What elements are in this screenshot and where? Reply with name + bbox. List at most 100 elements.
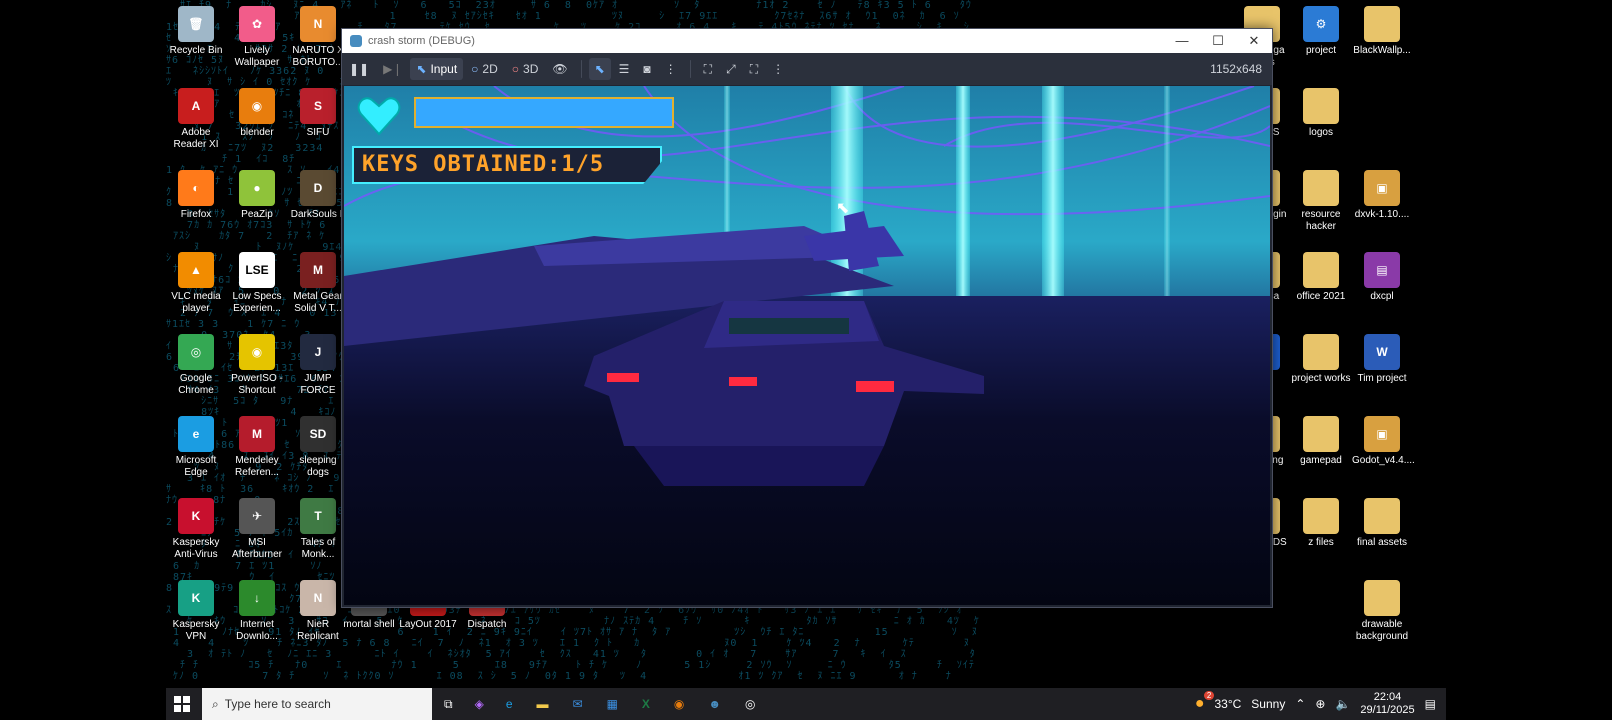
desktop-icon-label: final assets xyxy=(1352,537,1412,549)
store-icon[interactable]: ▦ xyxy=(607,697,618,711)
input-mode-button[interactable]: ⬉ Input xyxy=(410,58,463,80)
copilot-icon[interactable]: ◈ xyxy=(475,697,484,711)
game-viewport[interactable]: KEYS OBTAINED:1/5 ⬉ xyxy=(344,86,1270,605)
desktop-icon[interactable]: ● PeaZip xyxy=(227,170,287,221)
fullscreen-icon[interactable]: ⛶ xyxy=(744,58,764,80)
mail-icon[interactable]: ✉ xyxy=(573,697,583,711)
desktop-shortcut-icon xyxy=(1303,416,1339,452)
desktop-icon[interactable]: resource hacker xyxy=(1291,170,1351,233)
weather-sun-icon[interactable]: ● 2 xyxy=(1195,695,1205,713)
desktop-shortcut-icon: ● xyxy=(239,170,275,206)
desktop-icon[interactable]: S SIFU xyxy=(288,88,348,139)
desktop-icon[interactable]: BlackWallp... xyxy=(1352,6,1412,57)
more-options-icon[interactable]: ⋮ xyxy=(766,58,790,80)
desktop-icon-label: dxvk-1.10.... xyxy=(1352,209,1412,221)
visibility-eye-icon[interactable]: 👁 xyxy=(546,58,573,80)
desktop-icon[interactable]: 🗑 Recycle Bin xyxy=(166,6,226,57)
select-tool-icon[interactable]: ⬉ xyxy=(589,58,611,80)
desktop-icon[interactable]: e Microsoft Edge xyxy=(166,416,226,479)
desktop-icon-label: JUMP FORCE xyxy=(288,373,348,397)
camera-override-icon[interactable]: ⤢ xyxy=(720,58,742,80)
desktop-icon[interactable]: ⚙ project xyxy=(1291,6,1351,57)
desktop-icon[interactable]: T Tales of Monk... xyxy=(288,498,348,561)
desktop-shortcut-icon xyxy=(1303,170,1339,206)
desktop-icon[interactable]: K Kaspersky VPN xyxy=(166,580,226,643)
minimize-icon[interactable]: — xyxy=(1164,33,1200,49)
desktop-icon-label: MSI Afterburner xyxy=(227,537,287,561)
desktop-icon[interactable]: gamepad xyxy=(1291,416,1351,467)
notifications-icon[interactable]: ▤ xyxy=(1425,697,1436,711)
taskbar-search-box[interactable]: ⌕ Type here to search xyxy=(202,688,432,720)
desktop-icon[interactable]: drawable background xyxy=(1352,580,1412,643)
godot-app-icon xyxy=(350,35,362,47)
desktop-icon[interactable]: J JUMP FORCE xyxy=(288,334,348,397)
task-view-icon[interactable]: ⧉ xyxy=(444,697,453,712)
desktop-icon[interactable]: z files xyxy=(1291,498,1351,549)
game-window[interactable]: crash storm (DEBUG) — ☐ ✕ ❚❚ ▶❘ ⬉ Input … xyxy=(341,28,1273,608)
desktop-shortcut-icon: A xyxy=(178,88,214,124)
desktop-icon[interactable]: A Adobe Reader XI xyxy=(166,88,226,151)
volume-icon[interactable]: 🔈 xyxy=(1335,697,1350,711)
chevron-up-icon[interactable]: ⌃ xyxy=(1295,697,1305,711)
taskbar: ⌕ Type here to search ⧉ ◈ e ▬ ✉ ▦ X ◉ ☻ … xyxy=(166,688,1446,720)
desktop-icon[interactable]: K Kaspersky Anti-Virus xyxy=(166,498,226,561)
desktop-icon[interactable]: logos xyxy=(1291,88,1351,139)
desktop-shortcut-icon: SD xyxy=(300,416,336,452)
file-explorer-icon[interactable]: ▬ xyxy=(537,697,549,711)
camera-icon[interactable]: ◙ xyxy=(637,58,656,80)
weather-text: Sunny xyxy=(1251,697,1285,711)
desktop-icon[interactable]: M Metal Gear Solid V T... xyxy=(288,252,348,315)
desktop-icon[interactable]: ▲ VLC media player xyxy=(166,252,226,315)
mode-3d-button[interactable]: ○ 3D xyxy=(506,58,545,80)
desktop-icon[interactable]: ▣ dxvk-1.10.... xyxy=(1352,170,1412,221)
more-options-icon[interactable]: ⋮ xyxy=(659,58,683,80)
clock[interactable]: 22:04 29/11/2025 xyxy=(1360,691,1414,717)
desktop-icon[interactable]: N NARUTO X BORUTO... xyxy=(288,6,348,69)
network-icon[interactable]: ⊕ xyxy=(1315,697,1325,711)
desktop-icon[interactable]: ▣ Godot_v4.4.... xyxy=(1352,416,1412,467)
close-icon[interactable]: ✕ xyxy=(1236,33,1272,49)
desktop-icon[interactable]: ✈ MSI Afterburner xyxy=(227,498,287,561)
weather-temp: 33°C xyxy=(1214,697,1241,711)
excel-icon[interactable]: X xyxy=(642,697,650,711)
desktop-icon[interactable]: D DarkSouls II xyxy=(288,170,348,221)
mouse-cursor-icon: ⬉ xyxy=(836,198,849,218)
desktop-icon[interactable]: W Tim project xyxy=(1352,334,1412,385)
desktop-icon[interactable]: ◐ Firefox xyxy=(166,170,226,221)
desktop-icon[interactable]: ↓ Internet Downlo... xyxy=(227,580,287,643)
godot-taskbar-icon[interactable]: ☻ xyxy=(708,697,721,711)
desktop-icon[interactable]: SD sleeping dogs xyxy=(288,416,348,479)
desktop-icon[interactable]: ▤ dxcpl xyxy=(1352,252,1412,303)
maximize-icon[interactable]: ☐ xyxy=(1200,33,1236,49)
desktop-icon[interactable]: final assets xyxy=(1352,498,1412,549)
desktop-icon[interactable]: ◎ Google Chrome xyxy=(166,334,226,397)
desktop-icon[interactable]: ◉ PowerISO - Shortcut xyxy=(227,334,287,397)
desktop-shortcut-icon: D xyxy=(300,170,336,206)
search-icon: ⌕ xyxy=(212,697,219,712)
list-select-icon[interactable]: ☰ xyxy=(613,58,636,80)
desktop-shortcut-icon: ▣ xyxy=(1364,416,1400,452)
desktop-icon-label: Recycle Bin xyxy=(166,45,226,57)
desktop-icon[interactable]: office 2021 xyxy=(1291,252,1351,303)
next-frame-button[interactable]: ▶❘ xyxy=(377,58,408,80)
window-titlebar[interactable]: crash storm (DEBUG) — ☐ ✕ xyxy=(342,29,1272,53)
pointer-icon: ⬉ xyxy=(416,62,426,76)
desktop-shortcut-icon: ◎ xyxy=(178,334,214,370)
start-windows-icon[interactable] xyxy=(174,696,190,712)
desktop-shortcut-icon: LSE xyxy=(239,252,275,288)
obs-icon[interactable]: ◎ xyxy=(745,697,755,711)
desktop-icon[interactable]: ◉ blender xyxy=(227,88,287,139)
desktop-icon[interactable]: LSE Low Specs Experien... xyxy=(227,252,287,315)
pause-button[interactable]: ❚❚ xyxy=(343,58,375,80)
desktop-icon-label: LayOut 2017 xyxy=(398,619,458,631)
desktop-icon[interactable]: M Mendeley Referen... xyxy=(227,416,287,479)
desktop-icon[interactable]: project works xyxy=(1291,334,1351,385)
desktop-icon[interactable]: ✿ Lively Wallpaper xyxy=(227,6,287,69)
edge-taskbar-icon[interactable]: e xyxy=(506,697,513,711)
circle-2d-icon: ○ xyxy=(471,62,478,76)
frame-selection-icon[interactable]: ⛶ xyxy=(698,58,718,80)
mode-2d-button[interactable]: ○ 2D xyxy=(465,58,504,80)
desktop-icon-label: dxcpl xyxy=(1352,291,1412,303)
desktop-shortcut-icon: S xyxy=(300,88,336,124)
blender-taskbar-icon[interactable]: ◉ xyxy=(674,697,684,711)
